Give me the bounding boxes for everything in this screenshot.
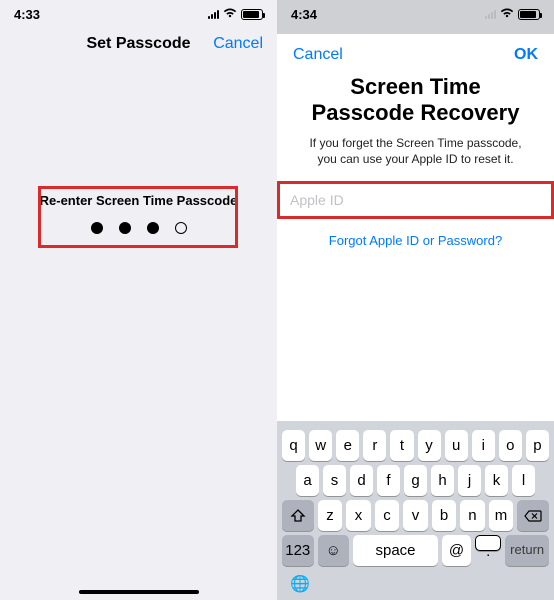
key-n[interactable]: n [460,500,484,531]
sheet-nav: Cancel OK [277,34,554,68]
emoji-key[interactable]: ☺ [318,535,350,566]
recovery-title: Screen Time Passcode Recovery [277,68,554,129]
key-m[interactable]: m [489,500,513,531]
key-g[interactable]: g [404,465,427,496]
key-x[interactable]: x [346,500,370,531]
keyboard-row: qwertyuiop [282,430,549,461]
dot-key[interactable]: . [475,535,501,551]
wifi-icon [223,7,237,21]
globe-key[interactable]: 🌐 [280,570,551,594]
nav-bar: Set Passcode Cancel [0,24,277,64]
highlight-box [38,186,238,248]
at-key[interactable]: @ [442,535,471,566]
return-key[interactable]: return [505,535,549,566]
key-c[interactable]: c [375,500,399,531]
key-h[interactable]: h [431,465,454,496]
key-d[interactable]: d [350,465,373,496]
wifi-icon [500,7,514,21]
battery-icon [241,9,263,20]
keyboard-row: asdfghjkl [282,465,549,496]
keyboard: qwertyuiop asdfghjkl zxcvbnm 123 ☺ space… [277,421,554,600]
status-bar-right: 4:34 [277,0,554,24]
home-indicator[interactable] [79,590,199,594]
key-l[interactable]: l [512,465,535,496]
recovery-sheet: Cancel OK Screen Time Passcode Recovery … [277,34,554,262]
cancel-button[interactable]: Cancel [213,35,263,53]
key-p[interactable]: p [526,430,549,461]
status-time: 4:34 [291,7,317,22]
numbers-key[interactable]: 123 [282,535,314,566]
highlight-box [277,181,554,219]
key-e[interactable]: e [336,430,359,461]
signal-icon [208,10,219,19]
key-a[interactable]: a [296,465,319,496]
space-key[interactable]: space [353,535,438,566]
key-y[interactable]: y [418,430,441,461]
key-u[interactable]: u [445,430,468,461]
apple-id-input[interactable] [280,184,551,216]
recovery-screen: 4:34 Cancel OK Screen Time Passcode Reco… [277,0,554,600]
delete-key[interactable] [517,500,549,531]
shift-key[interactable] [282,500,314,531]
status-bar-left: 4:33 [0,0,277,24]
recovery-subtext: If you forget the Screen Time passcode, … [277,129,554,177]
key-w[interactable]: w [309,430,332,461]
forgot-link[interactable]: Forgot Apple ID or Password? [277,227,554,254]
key-o[interactable]: o [499,430,522,461]
keyboard-row: 123 ☺ space @ . return [282,535,549,566]
status-icons [485,7,540,21]
signal-icon [485,10,496,19]
battery-icon [518,9,540,20]
key-q[interactable]: q [282,430,305,461]
set-passcode-screen: 4:33 Set Passcode Cancel Re-enter Screen… [0,0,277,600]
keyboard-row: zxcvbnm [282,500,549,531]
key-s[interactable]: s [323,465,346,496]
ok-button[interactable]: OK [514,46,538,64]
key-v[interactable]: v [403,500,427,531]
status-time: 4:33 [14,7,40,22]
cancel-button[interactable]: Cancel [293,46,343,64]
key-t[interactable]: t [390,430,413,461]
key-k[interactable]: k [485,465,508,496]
key-b[interactable]: b [432,500,456,531]
nav-title: Set Passcode [86,35,190,53]
title-line: Screen Time [293,74,538,100]
key-r[interactable]: r [363,430,386,461]
key-i[interactable]: i [472,430,495,461]
status-icons [208,7,263,21]
key-f[interactable]: f [377,465,400,496]
title-line: Passcode Recovery [293,100,538,126]
key-z[interactable]: z [318,500,342,531]
key-j[interactable]: j [458,465,481,496]
